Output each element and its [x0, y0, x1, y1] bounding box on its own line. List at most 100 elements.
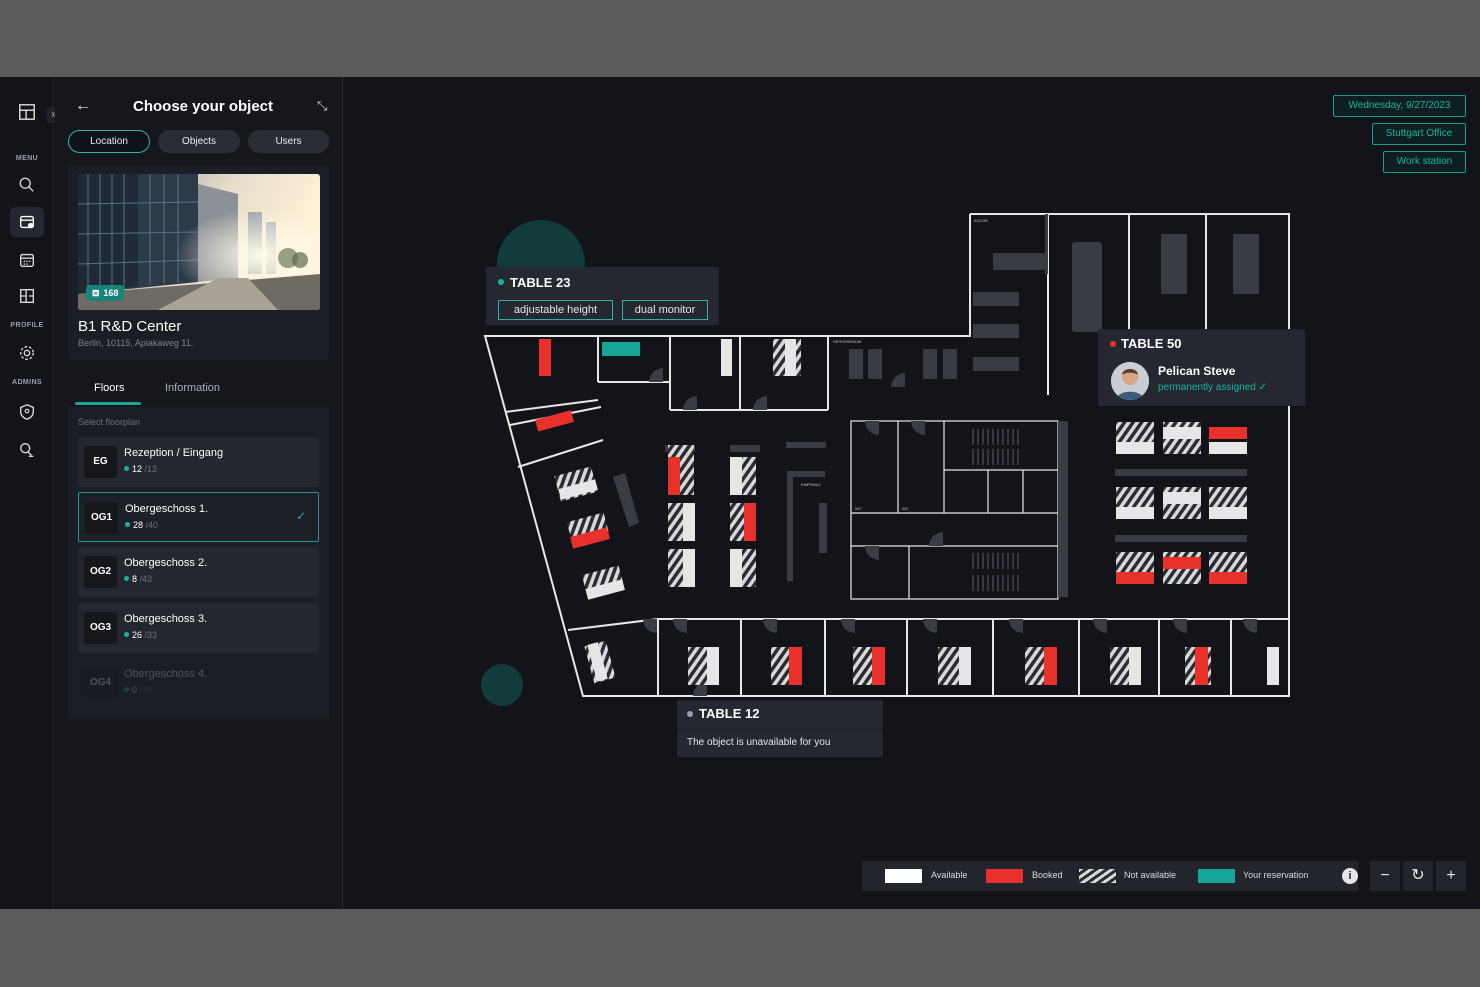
tooltip-table-12: TABLE 12 The object is unavailable for y… [677, 700, 883, 757]
floor-code: OG3 [84, 612, 117, 644]
check-circle-icon: ✓ [1258, 382, 1268, 393]
desk-available[interactable] [683, 503, 695, 541]
floor-item-og1[interactable]: OG1 Obergeschoss 1. 28 /40 ✓ [78, 492, 319, 542]
floor-item-eg[interactable]: EG Rezeption / Eingang 12 /12 [78, 437, 319, 487]
desk-available[interactable] [1163, 427, 1201, 439]
desk-table-12 [707, 647, 719, 685]
legend-available: Available [931, 870, 968, 880]
location-photo: ⛾ 168 [78, 174, 320, 310]
check-icon: ✓ [295, 509, 306, 523]
legend-not-available: Not available [1124, 870, 1177, 880]
assignment-note: permanently assigned ✓ [1158, 382, 1268, 393]
tooltip-title: TABLE 23 [510, 275, 571, 290]
admins-section-label: ADMINS [11, 379, 42, 386]
select-floorplan-label: Select floorplan [78, 417, 141, 427]
desk-available[interactable] [730, 549, 742, 587]
desk-available[interactable] [1209, 507, 1247, 519]
floor-availability: 28 /40 [125, 520, 158, 530]
desk-booked[interactable] [539, 339, 551, 376]
desk-available[interactable] [959, 647, 971, 685]
legend-swatch-not-available [1079, 869, 1116, 883]
segment-location[interactable]: Location [68, 130, 150, 153]
desk-available[interactable] [785, 339, 796, 376]
legend-your-reservation: Your reservation [1243, 870, 1309, 880]
desk-booked[interactable] [1116, 572, 1154, 584]
desk-available[interactable] [1129, 647, 1141, 685]
desk-available[interactable] [1267, 647, 1279, 685]
search-icon[interactable] [10, 170, 44, 200]
legend: Available Booked Not available Your rese… [862, 861, 1358, 891]
desk-available[interactable] [1163, 492, 1201, 504]
desk-booked[interactable] [1195, 647, 1208, 685]
floor-list: Select floorplan EG Rezeption / Eingang … [68, 407, 329, 719]
floor-code: OG2 [84, 556, 117, 588]
tag-dual-monitor: dual monitor [622, 300, 708, 320]
collapse-icon[interactable]: ⤡ [317, 98, 327, 114]
floor-map[interactable]: Wednesday, 9/27/2023 Stuttgart Office Wo… [343, 77, 1480, 909]
desk-booked[interactable] [1044, 647, 1057, 685]
capacity-count: 168 [103, 288, 119, 298]
segment-users[interactable]: Users [248, 130, 329, 153]
menu-section-label: MENU [15, 155, 39, 162]
desk-available[interactable] [730, 457, 742, 495]
location-card[interactable]: ⛾ 168 B1 R&D Center Berlin, 10115, Aplak… [68, 166, 329, 360]
room-label-wc: WC [855, 506, 862, 511]
capacity-badge: ⛾ 168 [86, 285, 125, 301]
desk-available[interactable] [721, 339, 732, 376]
shield-icon[interactable] [10, 397, 44, 427]
desk-available[interactable] [1116, 442, 1154, 454]
calendar-icon[interactable] [10, 245, 44, 275]
desk-booked[interactable] [535, 410, 574, 432]
floor-availability: 12 /12 [124, 464, 157, 474]
floorplan-icon[interactable] [10, 97, 44, 127]
support-icon[interactable] [10, 435, 44, 465]
status-dot [1110, 341, 1116, 347]
desk-booked[interactable] [789, 647, 802, 685]
assigned-user-name: Pelican Steve [1158, 364, 1236, 378]
tooltip-title: TABLE 50 [1121, 336, 1182, 351]
floor-item-og2[interactable]: OG2 Obergeschoss 2. 8 /43 [78, 547, 319, 597]
desk-booked[interactable] [1209, 427, 1247, 439]
decor-circle [521, 223, 569, 271]
desk-booked[interactable] [1209, 572, 1247, 584]
tab-indicator [75, 402, 141, 405]
zoom-in-button[interactable]: + [1436, 861, 1466, 891]
floor-item-og4[interactable]: OG4 Obergeschoss 4. 0 /40 [78, 658, 319, 708]
desk-booked[interactable] [668, 457, 680, 495]
reset-view-button[interactable]: ↻ [1403, 861, 1433, 891]
info-icon[interactable]: i [1342, 868, 1358, 884]
back-arrow-icon[interactable]: ← [75, 97, 91, 115]
legend-booked: Booked [1032, 870, 1063, 880]
floor-code: OG1 [85, 502, 118, 534]
floor-availability: 26 /33 [124, 630, 157, 640]
floor-name: Obergeschoss 3. [124, 613, 208, 625]
desk-booked[interactable] [744, 503, 756, 541]
desk-available[interactable] [1209, 442, 1247, 454]
floor-name: Obergeschoss 4. [124, 668, 208, 680]
desk-available[interactable] [683, 549, 695, 587]
floor-name: Obergeschoss 2. [124, 557, 208, 569]
desk-available[interactable] [1116, 507, 1154, 519]
profile-section-label: PROFILE [10, 322, 44, 329]
desk-booked[interactable] [872, 647, 885, 685]
floor-code: EG [84, 446, 117, 478]
desk-booked[interactable] [1163, 557, 1201, 569]
zoom-out-button[interactable]: − [1370, 861, 1400, 891]
desk-my-reservation[interactable] [602, 342, 640, 356]
tab-information[interactable]: Information [165, 382, 220, 394]
tooltip-title: TABLE 12 [699, 706, 760, 721]
tag-adjustable-height: adjustable height [498, 300, 613, 320]
segment-objects[interactable]: Objects [158, 130, 240, 153]
floor-map-icon[interactable] [10, 281, 44, 311]
legend-swatch-available [885, 869, 922, 883]
floor-availability: 0 /40 [124, 685, 152, 695]
legend-swatch-booked [986, 869, 1023, 883]
floor-item-og3[interactable]: OG3 Obergeschoss 3. 26 /33 [78, 603, 319, 653]
booking-icon[interactable] [10, 207, 44, 237]
gear-icon[interactable] [10, 338, 44, 368]
tab-floors[interactable]: Floors [94, 382, 125, 394]
location-address: Berlin, 10115, Aplakaweg 11. [78, 338, 194, 348]
panel-title: Choose your object [133, 98, 274, 115]
tooltip-table-23: TABLE 23 adjustable height dual monitor [486, 267, 719, 325]
room-label-reception: EMPFANG [801, 482, 821, 487]
